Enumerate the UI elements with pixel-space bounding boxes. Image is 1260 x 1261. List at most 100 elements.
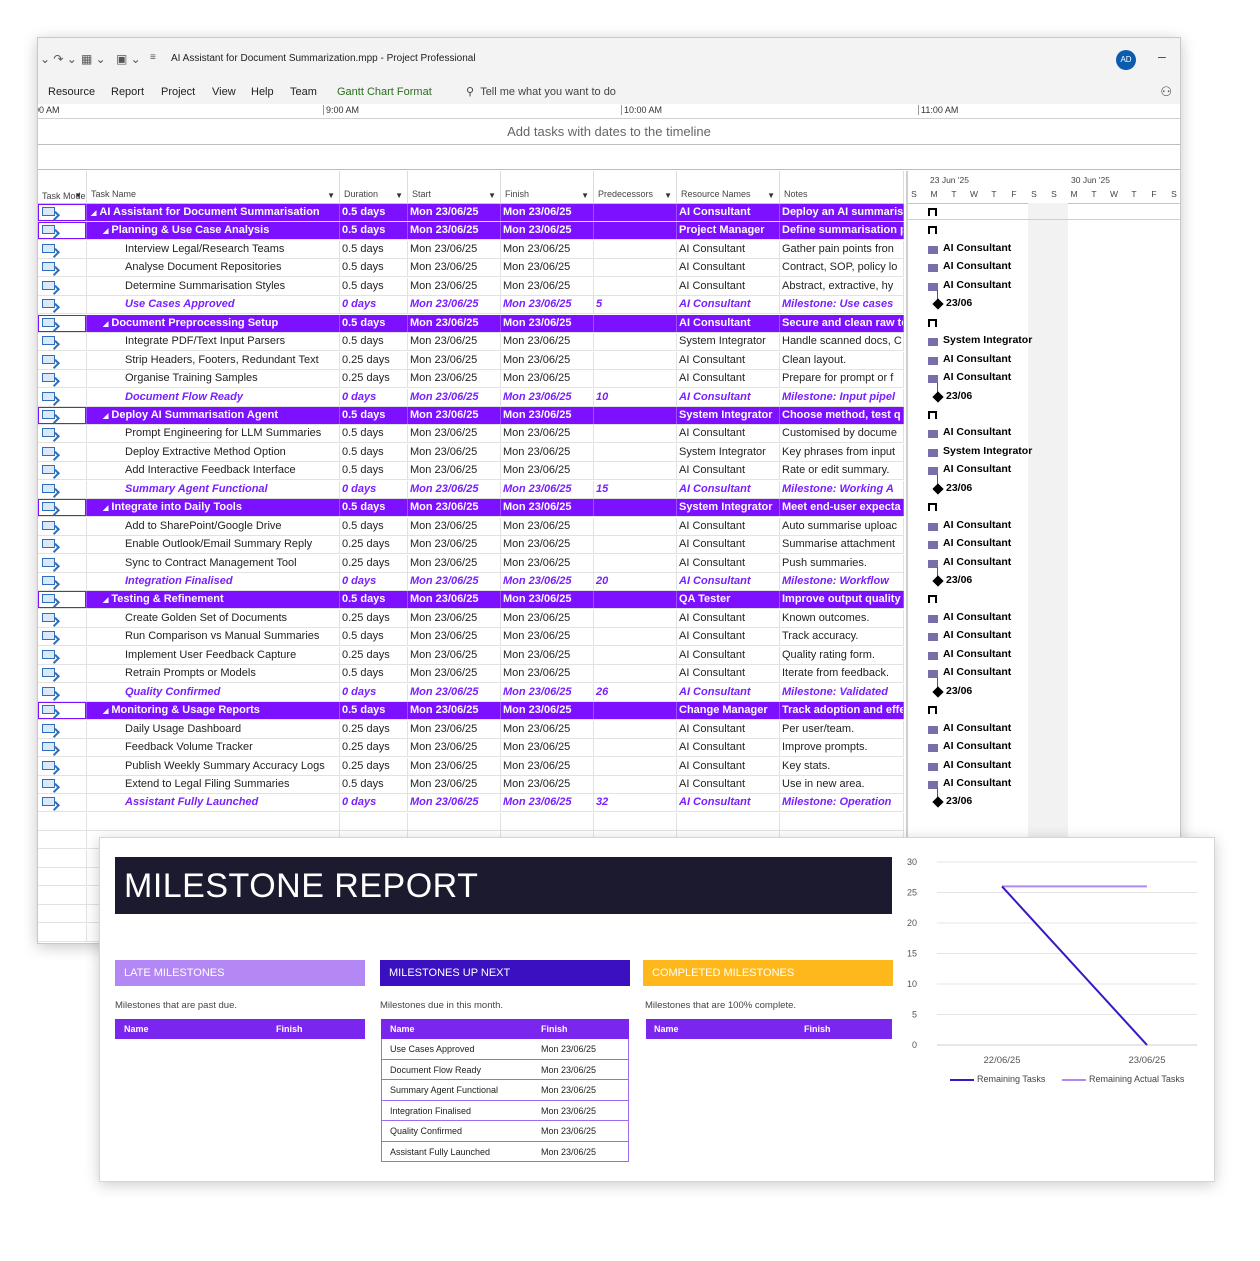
tab-gantt-chart-format[interactable]: Gantt Chart Format: [337, 86, 432, 98]
task-mode-cell[interactable]: [38, 499, 87, 517]
cell-notes[interactable]: Milestone: Input pipel: [780, 388, 904, 406]
cell-start[interactable]: Mon 23/06/25: [408, 794, 501, 812]
empty-cell[interactable]: [780, 812, 904, 830]
cell-finish[interactable]: Mon 23/06/25: [501, 388, 594, 406]
cell-finish[interactable]: Mon 23/06/25: [501, 665, 594, 683]
task-mode-cell[interactable]: [38, 683, 87, 701]
cell-finish[interactable]: Mon 23/06/25: [501, 702, 594, 720]
cell-duration[interactable]: 0.5 days: [340, 277, 408, 295]
cell-start[interactable]: Mon 23/06/25: [408, 222, 501, 240]
cell-notes[interactable]: Iterate from feedback.: [780, 665, 904, 683]
cell-start[interactable]: Mon 23/06/25: [408, 646, 501, 664]
cell-finish[interactable]: Mon 23/06/25: [501, 573, 594, 590]
cell-finish[interactable]: Mon 23/06/25: [501, 757, 594, 775]
cell-finish[interactable]: Mon 23/06/25: [501, 259, 594, 277]
cell-name[interactable]: Determine Summarisation Styles: [87, 277, 340, 295]
cell-finish[interactable]: Mon 23/06/25: [501, 462, 594, 480]
cell-pred[interactable]: [594, 204, 677, 221]
cell-finish[interactable]: Mon 23/06/25: [501, 646, 594, 664]
cell-duration[interactable]: 0.5 days: [340, 406, 408, 424]
cell-pred[interactable]: [594, 646, 677, 664]
header-notes[interactable]: Notes: [780, 171, 904, 203]
cell-finish[interactable]: Mon 23/06/25: [501, 517, 594, 535]
cell-name[interactable]: Implement User Feedback Capture: [87, 646, 340, 664]
gantt-task-bar[interactable]: AI Consultant: [908, 647, 1180, 665]
gantt-summary-bar[interactable]: [908, 407, 1180, 425]
task-row[interactable]: Strip Headers, Footers, Redundant Text 0.…: [38, 351, 904, 370]
task-row[interactable]: Deploy Extractive Method Option 0.5 days M…: [38, 443, 904, 462]
milestone-row[interactable]: Integration Finalised 0 days Mon 23/06/25 M…: [38, 573, 904, 591]
cell-res[interactable]: AI Consultant: [677, 536, 780, 554]
cell-name[interactable]: Extend to Legal Filing Summaries: [87, 775, 340, 793]
cell-finish[interactable]: Mon 23/06/25: [501, 277, 594, 295]
cell-pred[interactable]: 32: [594, 794, 677, 812]
collapse-icon[interactable]: ◢: [103, 708, 108, 715]
task-bar[interactable]: [928, 633, 938, 642]
gantt-summary-bar[interactable]: [908, 222, 1180, 240]
cell-notes[interactable]: Prepare for prompt or f: [780, 370, 904, 388]
tab-project[interactable]: Project: [161, 86, 195, 98]
collapse-icon[interactable]: ◢: [103, 505, 108, 512]
task-mode-cell[interactable]: [38, 591, 87, 609]
cell-duration[interactable]: 0.5 days: [340, 443, 408, 461]
gantt-milestone[interactable]: 23/06: [908, 382, 1180, 407]
cell-res[interactable]: AI Consultant: [677, 757, 780, 775]
summary-bracket[interactable]: [928, 595, 937, 604]
cell-start[interactable]: Mon 23/06/25: [408, 720, 501, 738]
cell-pred[interactable]: [594, 702, 677, 720]
cell-pred[interactable]: [594, 240, 677, 258]
milestone-diamond-icon[interactable]: [932, 686, 944, 698]
header-duration[interactable]: Duration ▼: [340, 171, 408, 203]
cell-finish[interactable]: Mon 23/06/25: [501, 296, 594, 314]
cell-duration[interactable]: 0 days: [340, 794, 408, 812]
cell-finish[interactable]: Mon 23/06/25: [501, 536, 594, 554]
cell-finish[interactable]: Mon 23/06/25: [501, 591, 594, 609]
cell-start[interactable]: Mon 23/06/25: [408, 425, 501, 443]
cell-start[interactable]: Mon 23/06/25: [408, 351, 501, 369]
task-mode-cell[interactable]: [38, 277, 87, 295]
gantt-task-bar[interactable]: AI Consultant: [908, 536, 1180, 554]
summary-task-row[interactable]: ◢ Document Preprocessing Setup 0.5 days Mon…: [38, 314, 904, 333]
timeline-view-icon[interactable]: ▣ ⌄: [116, 52, 141, 66]
task-mode-cell[interactable]: [38, 775, 87, 793]
cell-notes[interactable]: Contract, SOP, policy lo: [780, 259, 904, 277]
task-row[interactable]: Create Golden Set of Documents 0.25 days M…: [38, 609, 904, 628]
cell-duration[interactable]: 0.5 days: [340, 628, 408, 646]
cell-res[interactable]: AI Consultant: [677, 794, 780, 812]
task-mode-cell[interactable]: [38, 517, 87, 535]
dropdown-arrow-icon[interactable]: ▼: [488, 191, 496, 200]
cell-finish[interactable]: Mon 23/06/25: [501, 333, 594, 351]
task-mode-cell[interactable]: [38, 720, 87, 738]
minimize-icon[interactable]: –: [1158, 48, 1166, 64]
cell-start[interactable]: Mon 23/06/25: [408, 702, 501, 720]
cell-res[interactable]: AI Consultant: [677, 425, 780, 443]
cell-start[interactable]: Mon 23/06/25: [408, 443, 501, 461]
collapse-icon[interactable]: ◢: [91, 210, 96, 217]
dropdown-arrow-icon[interactable]: ▼: [664, 191, 672, 200]
empty-cell[interactable]: [38, 923, 87, 941]
summary-bracket[interactable]: [928, 503, 937, 512]
cell-pred[interactable]: [594, 443, 677, 461]
cell-duration[interactable]: 0 days: [340, 388, 408, 406]
gantt-task-bar[interactable]: AI Consultant: [908, 776, 1180, 794]
cell-pred[interactable]: [594, 591, 677, 609]
cell-pred[interactable]: [594, 259, 677, 277]
cell-finish[interactable]: Mon 23/06/25: [501, 683, 594, 701]
cell-pred[interactable]: [594, 665, 677, 683]
task-mode-cell[interactable]: [38, 240, 87, 258]
cell-res[interactable]: AI Consultant: [677, 554, 780, 572]
milestone-diamond-icon[interactable]: [932, 298, 944, 310]
cell-notes[interactable]: Secure and clean raw te: [780, 314, 904, 332]
cell-duration[interactable]: 0.5 days: [340, 333, 408, 351]
cell-notes[interactable]: Define summarisation p: [780, 222, 904, 240]
cell-res[interactable]: AI Consultant: [677, 259, 780, 277]
header-task-mode[interactable]: Task Mode ▼: [38, 171, 87, 203]
cell-name[interactable]: Summary Agent Functional: [87, 480, 340, 498]
milestone-row[interactable]: Summary Agent Functional 0 days Mon 23/06/…: [38, 480, 904, 499]
cell-notes[interactable]: Per user/team.: [780, 720, 904, 738]
cell-duration[interactable]: 0.5 days: [340, 517, 408, 535]
cell-res[interactable]: AI Consultant: [677, 296, 780, 314]
cell-pred[interactable]: [594, 370, 677, 388]
collapse-icon[interactable]: ◢: [103, 321, 108, 328]
cell-name[interactable]: Enable Outlook/Email Summary Reply: [87, 536, 340, 554]
